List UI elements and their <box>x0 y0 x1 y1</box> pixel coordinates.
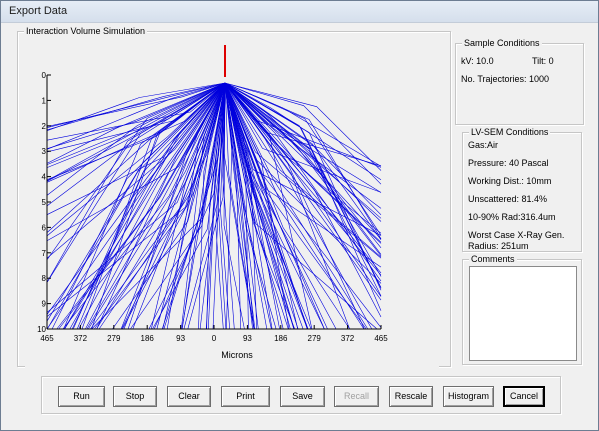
y-tick-label: 8 <box>42 274 47 283</box>
unscattered-value: Unscattered: 81.4% <box>468 194 548 204</box>
recall-button: Recall <box>334 386 379 407</box>
y-tick-label: 10 <box>37 325 46 334</box>
cancel-button[interactable]: Cancel <box>503 386 545 407</box>
title-bar[interactable]: Export Data <box>1 1 598 23</box>
x-tick-label: 372 <box>341 334 355 343</box>
trajectory-line <box>46 82 226 315</box>
sample-conditions-legend: Sample Conditions <box>462 37 542 49</box>
y-tick-label: 3 <box>42 147 47 156</box>
export-data-window: Export Data Interaction Volume Simulatio… <box>0 0 599 431</box>
x-tick-label: 372 <box>74 334 88 343</box>
x-tick-label: 186 <box>274 334 288 343</box>
x-tick-label: 186 <box>141 334 155 343</box>
trajectory-line <box>224 82 373 330</box>
trajectory-line <box>46 82 226 241</box>
trajectory-line <box>46 82 226 149</box>
y-tick-label: 9 <box>42 300 47 309</box>
x-tick-label: 0 <box>212 334 217 343</box>
y-tick-label: 6 <box>42 223 47 232</box>
histogram-button[interactable]: Histogram <box>443 386 494 407</box>
save-button[interactable]: Save <box>280 386 325 407</box>
x-tick-label: 465 <box>40 334 54 343</box>
x-tick-label: 465 <box>374 334 388 343</box>
lvsem-conditions-legend: LV-SEM Conditions <box>469 126 551 138</box>
window-title: Export Data <box>9 5 68 17</box>
gas-value: Gas:Air <box>468 140 499 150</box>
y-tick-label: 0 <box>42 71 47 80</box>
kv-value: kV: 10.0 <box>461 56 494 66</box>
rad-value: 10-90% Rad:316.4um <box>468 212 556 222</box>
trajectory-line <box>132 82 226 330</box>
tilt-value: Tilt: 0 <box>532 56 554 66</box>
comments-field[interactable] <box>469 266 577 361</box>
x-tick-label: 279 <box>308 334 322 343</box>
pressure-value: Pressure: 40 Pascal <box>468 158 549 168</box>
x-tick-label: 279 <box>107 334 121 343</box>
y-tick-label: 2 <box>42 122 47 131</box>
x-axis-label: Microns <box>221 350 253 360</box>
comments-legend: Comments <box>469 253 517 265</box>
rescale-button[interactable]: Rescale <box>389 386 433 407</box>
print-button[interactable]: Print <box>221 386 270 407</box>
trajectory-lines <box>46 82 382 330</box>
y-ticks: 0 1 2 3 4 5 6 7 8 9 10 <box>37 71 51 334</box>
trajectory-line <box>46 82 226 237</box>
y-tick-label: 4 <box>42 173 47 182</box>
working-dist-value: Working Dist.: 10mm <box>468 176 552 186</box>
trajectory-plot-svg: 012345678910 465 372 279 186 93 0 93 186 279 372 4… <box>37 45 388 360</box>
trajectories-value: No. Trajectories: 1000 <box>461 74 550 84</box>
y-tick-label: 7 <box>42 249 47 258</box>
stop-button[interactable]: Stop <box>113 386 157 407</box>
trajectory-line <box>64 82 226 330</box>
worst-case-line2: Radius: 251um <box>468 241 529 251</box>
clear-button[interactable]: Clear <box>167 386 211 407</box>
y-tick-label: 5 <box>42 198 47 207</box>
y-tick-label: 1 <box>42 96 47 105</box>
trajectory-plot: 0 1 2 3 4 5 6 7 8 9 10 465 372 279 186 93 0 93 186 279 372 4… <box>25 39 439 369</box>
x-ticks: 465 372 279 186 93 0 93 186 279 372 465 <box>40 325 388 343</box>
worst-case-line1: Worst Case X-Ray Gen. <box>468 230 565 240</box>
run-button[interactable]: Run <box>58 386 105 407</box>
x-tick-label: 93 <box>243 334 252 343</box>
simulation-group-legend: Interaction Volume Simulation <box>24 25 148 37</box>
x-tick-label: 93 <box>176 334 185 343</box>
trajectory-line <box>64 82 226 330</box>
